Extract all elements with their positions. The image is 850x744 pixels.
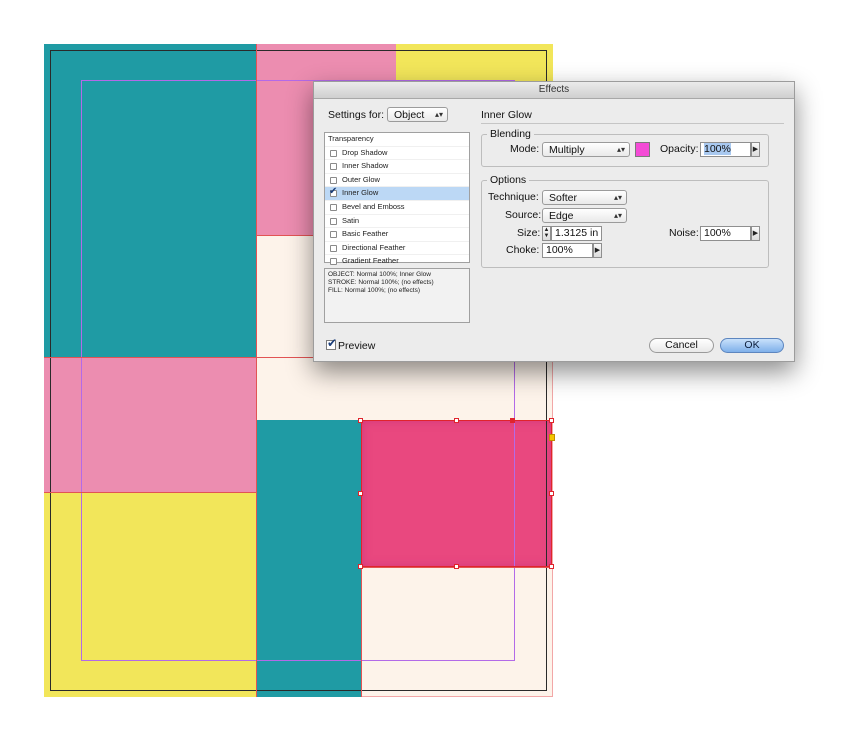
in-port-marker[interactable] — [549, 434, 555, 441]
resize-handle-mr[interactable] — [549, 491, 554, 496]
size-value: 1.3125 in — [555, 227, 599, 239]
options-group-label: Options — [487, 174, 530, 186]
reference-point-marker[interactable] — [510, 418, 515, 423]
checkmark-icon: ✔ — [327, 336, 338, 350]
technique-value: Softer — [549, 192, 578, 204]
technique-select[interactable]: Softer ▴▾ — [542, 190, 627, 205]
choke-dropdown-arrow-icon[interactable]: ▶ — [593, 243, 602, 258]
opacity-dropdown-arrow-icon[interactable]: ▶ — [751, 142, 760, 157]
settings-for-value: Object — [394, 109, 425, 121]
effects-summary: OBJECT: Normal 100%; Inner Glow STROKE: N… — [324, 268, 470, 323]
dialog-title[interactable]: Effects — [314, 82, 794, 99]
technique-label: Technique: — [488, 191, 539, 203]
effect-item-label: Outer Glow — [342, 174, 380, 184]
effect-checkbox[interactable] — [330, 176, 337, 184]
resize-handle-br[interactable] — [549, 564, 554, 569]
effect-item-gradient-feather[interactable]: Gradient Feather — [325, 255, 469, 269]
teal-block-top-left[interactable] — [44, 44, 256, 357]
choke-input[interactable]: 100% — [542, 243, 593, 258]
summary-line: FILL: Normal 100%; (no effects) — [328, 287, 421, 294]
opacity-value: 100% — [704, 143, 731, 155]
effect-item-label: Satin — [342, 215, 360, 225]
resize-handle-tl[interactable] — [358, 418, 363, 423]
opacity-label: Opacity: — [660, 143, 699, 155]
mode-label: Mode: — [510, 143, 540, 155]
glow-color-swatch[interactable] — [635, 142, 650, 157]
source-select[interactable]: Edge ▴▾ — [542, 208, 627, 223]
effect-item-inner-glow[interactable]: ✔ Inner Glow — [325, 186, 469, 201]
teal-block-bottom[interactable] — [256, 420, 361, 697]
choke-value: 100% — [546, 244, 573, 256]
effects-dialog: Effects Settings for: Object ▴▾ Inner Gl… — [313, 81, 795, 362]
mode-select[interactable]: Multiply ▴▾ — [542, 142, 630, 157]
cancel-button[interactable]: Cancel — [649, 338, 714, 353]
settings-for-label: Settings for: — [328, 109, 385, 121]
size-label: Size: — [517, 227, 541, 239]
stepper-arrows-icon: ▴▾ — [616, 145, 625, 154]
panel-title: Inner Glow — [481, 109, 532, 121]
effect-item-label: Inner Shadow — [342, 161, 389, 171]
effect-checkbox[interactable] — [330, 244, 337, 252]
resize-handle-bm[interactable] — [454, 564, 459, 569]
resize-handle-bl[interactable] — [358, 564, 363, 569]
choke-label: Choke: — [506, 244, 540, 256]
effect-item-inner-shadow[interactable]: Inner Shadow — [325, 160, 469, 174]
effect-item-drop-shadow[interactable]: Drop Shadow — [325, 147, 469, 161]
effect-checkbox[interactable] — [330, 217, 337, 225]
yellow-block-bottom-left[interactable] — [44, 492, 256, 697]
effect-item-basic-feather[interactable]: Basic Feather — [325, 228, 469, 242]
size-input[interactable]: 1.3125 in — [551, 226, 602, 241]
effect-item-label: Gradient Feather — [342, 256, 399, 266]
selected-hot-pink-block[interactable] — [361, 420, 552, 567]
effect-item-bevel-and-emboss[interactable]: Bevel and Emboss — [325, 201, 469, 215]
resize-handle-tm[interactable] — [454, 418, 459, 423]
resize-handle-tr[interactable] — [549, 418, 554, 423]
size-stepper-icon[interactable]: ▲ ▼ — [542, 226, 551, 241]
effect-checkbox[interactable] — [330, 203, 337, 211]
effect-checkbox[interactable] — [330, 149, 337, 157]
effect-item-outer-glow[interactable]: Outer Glow — [325, 174, 469, 188]
effect-item-label: Drop Shadow — [342, 147, 388, 157]
effect-item-transparency[interactable]: Transparency — [325, 133, 469, 147]
effects-list: Transparency Drop Shadow Inner Shadow Outer… — [324, 132, 470, 269]
source-label: Source: — [505, 209, 542, 221]
summary-line: STROKE: Normal 100%; (no effects) — [328, 279, 434, 286]
settings-for-select[interactable]: Object ▴▾ — [387, 107, 448, 122]
effect-item-label: Basic Feather — [342, 229, 389, 239]
noise-dropdown-arrow-icon[interactable]: ▶ — [751, 226, 760, 241]
effect-item-label: Bevel and Emboss — [342, 201, 405, 211]
noise-value: 100% — [704, 227, 731, 239]
source-value: Edge — [549, 210, 574, 222]
noise-input[interactable]: 100% — [700, 226, 751, 241]
noise-label: Noise: — [669, 227, 699, 239]
effect-checkbox[interactable] — [330, 163, 337, 171]
effect-item-directional-feather[interactable]: Directional Feather — [325, 242, 469, 256]
pink-block-left[interactable] — [44, 357, 256, 492]
effect-checkbox[interactable] — [330, 258, 337, 266]
stepper-arrows-icon: ▴▾ — [434, 110, 443, 119]
effect-item-label: Directional Feather — [342, 242, 406, 252]
stepper-arrows-icon: ▴▾ — [613, 193, 622, 202]
resize-handle-ml[interactable] — [358, 491, 363, 496]
opacity-input[interactable]: 100% — [700, 142, 751, 157]
effect-item-label: Transparency — [328, 134, 374, 143]
stepper-arrows-icon: ▴▾ — [613, 211, 622, 220]
mode-value: Multiply — [549, 144, 585, 156]
preview-label[interactable]: Preview — [338, 340, 375, 352]
blending-group-label: Blending — [487, 128, 534, 140]
checkmark-icon: ✔ — [329, 186, 338, 198]
effect-item-satin[interactable]: Satin — [325, 215, 469, 229]
summary-line: OBJECT: Normal 100%; Inner Glow — [328, 271, 431, 278]
preview-checkbox[interactable]: ✔ — [326, 336, 337, 350]
yellow-block-top-right[interactable] — [396, 44, 553, 84]
effect-item-label: Inner Glow — [342, 188, 379, 198]
effect-checkbox[interactable] — [330, 231, 337, 239]
panel-title-divider — [481, 123, 784, 124]
ok-button[interactable]: OK — [720, 338, 784, 353]
